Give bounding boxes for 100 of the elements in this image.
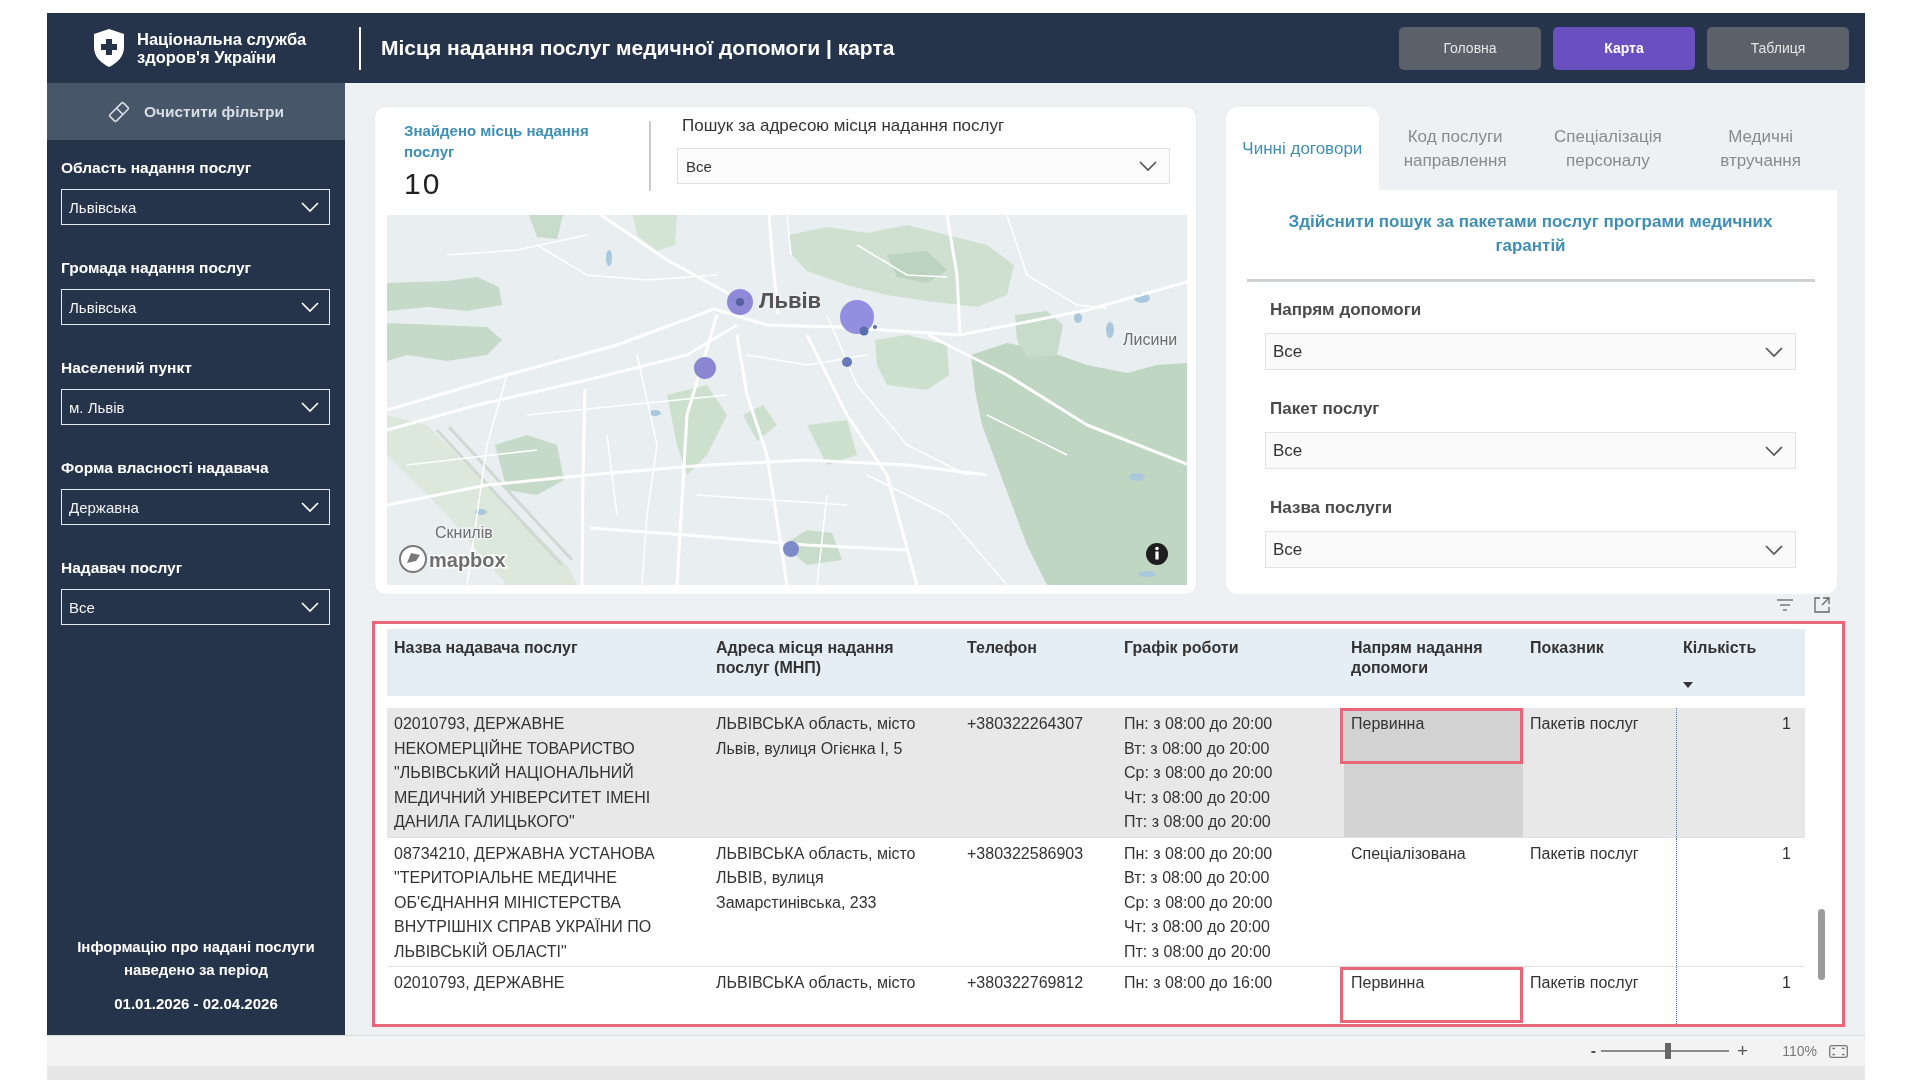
filter-label: Область надання послуг <box>61 158 253 177</box>
table-cell: 1 <box>1676 837 1805 966</box>
chevron-down-icon <box>301 402 319 412</box>
page-title: Місця надання послуг медичної допомоги | карта <box>381 36 895 60</box>
column-header[interactable]: Напрям надання допомоги <box>1344 629 1523 696</box>
filter-label: Громада надання послуг <box>61 258 253 277</box>
pond-area <box>1134 293 1150 303</box>
table-row[interactable]: 02010793, ДЕРЖАВНЕ ЛЬВІВСЬКА область, місто +380322769812 Пн: з 08:00 до 16:00 Первинна Пакетів послуг 1 <box>387 967 1805 1024</box>
filter-dropdown[interactable]: Все <box>1265 531 1796 568</box>
clear-filters-button[interactable]: Очистити фільтри <box>47 83 345 140</box>
zoom-in-button[interactable]: + <box>1737 1043 1749 1059</box>
panel-heading: Здійснити пошук за пакетами послуг програми медичних гарантій <box>1287 211 1774 257</box>
column-header[interactable]: Кількість <box>1676 629 1805 696</box>
filter-label: Пакет послуг <box>1269 399 1381 419</box>
park-area <box>529 215 563 239</box>
filter-dropdown[interactable]: Львівська <box>61 289 330 325</box>
table-cell-text: Пн: з 08:00 до 16:00 <box>1123 973 1274 993</box>
map-marker-icon[interactable] <box>727 289 753 315</box>
map-marker-icon[interactable] <box>842 357 852 367</box>
found-label: Знайдено місць надання послуг <box>404 121 590 162</box>
chevron-down-icon <box>301 502 319 512</box>
map-marker-icon[interactable] <box>859 326 869 336</box>
park-area <box>495 435 564 495</box>
address-dropdown[interactable]: Все <box>677 148 1170 184</box>
table-cell: 1 <box>1676 967 1805 1024</box>
found-count: 10 <box>404 166 443 202</box>
period-note: Інформацію про надані послуги наведено за період <box>76 937 316 980</box>
park-area <box>633 215 677 251</box>
filter-dropdown[interactable]: Все <box>1265 333 1796 370</box>
column-header[interactable]: Назва надавача послуг <box>387 629 709 696</box>
column-header[interactable]: Графік роботи <box>1117 629 1344 696</box>
table-cell-text: Пакетів послуг <box>1529 843 1640 864</box>
filter-dropdown[interactable]: м. Львів <box>61 389 330 425</box>
table-cell-text: 08734210, ДЕРЖАВНА УСТАНОВА "ТЕРИТОРІАЛЬНЕ МЕДИЧНЕ ОБ'ЄДНАННЯ МІНІСТЕРСТВА ВНУТРІШНІХ СПРАВ УКРАЇНИ ПО ЛЬВІВСЬКІЙ ОБЛАСТІ" <box>393 843 656 962</box>
place-label: Скнилів <box>435 524 493 541</box>
zoom-out-button[interactable]: - <box>1590 1043 1597 1059</box>
filter-label: Напрям допомоги <box>1269 300 1423 320</box>
zoom-slider-thumb[interactable] <box>1664 1043 1671 1059</box>
chevron-down-icon <box>1765 445 1783 456</box>
table-cell: Первинна <box>1344 708 1523 837</box>
column-header[interactable]: Адреса місця надання послуг (МНП) <box>709 629 960 696</box>
nav-button[interactable]: Головна <box>1399 26 1541 70</box>
table-cell-text: Первинна <box>1350 973 1426 993</box>
filter-label: Населений пункт <box>61 358 193 377</box>
period-dates: 01.01.2026 - 02.04.2026 <box>113 995 279 1013</box>
map-marker-icon[interactable] <box>873 325 877 329</box>
expand-icon[interactable] <box>1814 597 1830 613</box>
filter-label: Назва послуги <box>1269 498 1394 518</box>
table-row[interactable] <box>387 708 1805 838</box>
search-label: Пошук за адресою місця надання послуг <box>681 116 1006 136</box>
place-label: Львів <box>759 288 822 313</box>
attribution-text[interactable]: mapbox <box>429 549 506 571</box>
nav-button[interactable]: Таблиця <box>1707 26 1849 70</box>
table-cell-text: Пакетів послуг <box>1529 973 1640 993</box>
scrollbar-thumb[interactable] <box>1818 909 1825 980</box>
pond-area <box>606 250 612 266</box>
table-cell: 1 <box>1676 708 1805 837</box>
panel-tab[interactable]: Чинні договори <box>1226 107 1379 190</box>
pond-area <box>1129 473 1145 481</box>
map-marker-icon[interactable] <box>840 300 874 334</box>
column-header[interactable]: Показник <box>1523 629 1676 696</box>
chevron-down-icon <box>1765 346 1783 357</box>
pond-area <box>1106 322 1114 338</box>
table-cell-text: 02010793, ДЕРЖАВНЕ НЕКОМЕРЦІЙНЕ ТОВАРИСТВО "ЛЬВІВСЬКИЙ НАЦІОНАЛЬНИЙ МЕДИЧНИЙ УНІВЕРСИТЕТ ІМЕНІ ДАНИЛА ГАЛИЦЬКОГО" <box>393 714 652 832</box>
chevron-down-icon <box>301 602 319 612</box>
table-cell-text: ЛЬВІВСЬКА область, місто Львів, вулиця Огієнка І, 5 <box>715 714 917 759</box>
logo-icon <box>399 545 427 573</box>
shield-cross-icon <box>92 28 126 68</box>
filter-dropdown[interactable]: Державна <box>61 489 330 525</box>
table-cell-text: Пн: з 08:00 до 20:00 Вт: з 08:00 до 20:00 Ср: з 08:00 до 20:00 Чт: з 08:00 до 20:00 Пт: з 08:00 до 20:00 <box>1123 843 1274 962</box>
nav-button[interactable]: Карта <box>1553 26 1695 70</box>
column-header[interactable]: Телефон <box>960 629 1117 696</box>
fit-to-page-icon[interactable] <box>1829 1044 1848 1058</box>
filter-label: Форма власності надавача <box>61 458 270 477</box>
chevron-down-icon <box>1765 544 1783 555</box>
map-marker-icon[interactable] <box>694 357 716 379</box>
park-area <box>743 405 777 441</box>
table-cell-text: ЛЬВІВСЬКА область, місто ЛЬВІВ, вулиця Замарстинівська, 233 <box>715 843 917 913</box>
table-cell-text: Спеціалізована <box>1350 843 1467 864</box>
place-label: Лисини <box>1123 331 1178 348</box>
pond-area <box>649 410 661 416</box>
filter-dropdown[interactable]: Все <box>1265 432 1796 469</box>
zoom-level-text: 110% <box>1782 1043 1817 1059</box>
info-icon[interactable] <box>1146 543 1168 565</box>
table-row[interactable] <box>387 837 1805 967</box>
filter-dropdown[interactable]: Все <box>61 589 330 625</box>
table-cell-text: +380322769812 <box>966 973 1085 993</box>
chevron-down-icon <box>1139 161 1157 171</box>
table-cell-text: +380322264307 <box>966 714 1085 734</box>
table-cell-text: ЛЬВІВСЬКА область, місто <box>715 973 917 993</box>
filter-label: Надавач послуг <box>61 558 184 577</box>
table-cell-text: Пн: з 08:00 до 20:00 Вт: з 08:00 до 20:00 Ср: з 08:00 до 20:00 Чт: з 08:00 до 20:00 Пт: з 08:00 до 20:00 <box>1123 714 1274 832</box>
map-marker-icon[interactable] <box>783 541 799 557</box>
pond-area <box>1074 313 1082 323</box>
table-cell-text: 02010793, ДЕРЖАВНЕ <box>393 973 566 993</box>
park-area <box>807 420 857 465</box>
filter-dropdown[interactable]: Львівська <box>61 189 330 225</box>
pond-area <box>1138 571 1156 577</box>
filter-icon[interactable] <box>1777 597 1793 613</box>
map-background[interactable]: Львів Лисини Скнилів mapbox <box>387 215 1187 585</box>
